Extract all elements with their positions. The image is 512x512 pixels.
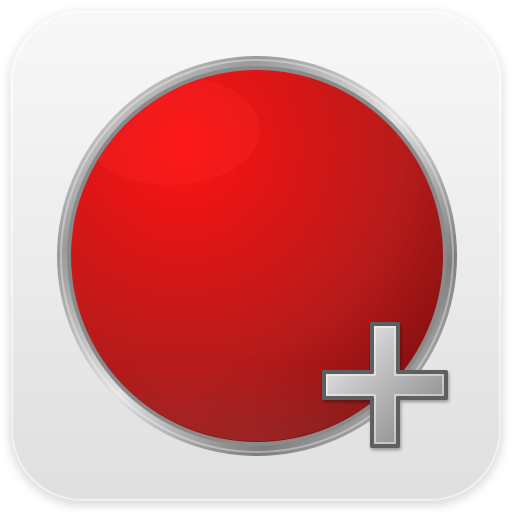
app-icon-graphic xyxy=(10,10,502,502)
app-icon[interactable] xyxy=(0,0,512,512)
